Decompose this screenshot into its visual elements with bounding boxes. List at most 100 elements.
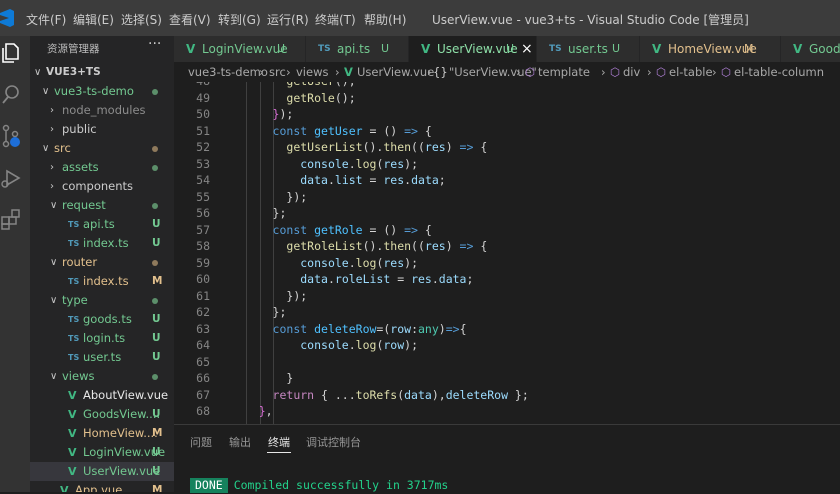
code-token: log xyxy=(355,338,377,352)
tree-folder[interactable]: ∨ views xyxy=(30,367,174,386)
menu-selection[interactable]: 选择(S) xyxy=(121,11,162,28)
breadcrumb-separator-icon: › xyxy=(647,65,652,79)
editor-tab[interactable]: V HomeView.vue M xyxy=(640,36,781,62)
search-icon[interactable] xyxy=(0,83,22,107)
chevron-right-icon[interactable]: › xyxy=(50,177,54,196)
explorer-icon[interactable] xyxy=(0,41,22,65)
code-token: row xyxy=(383,338,405,352)
breadcrumb-item[interactable]: el-table-column xyxy=(734,65,824,79)
breadcrumb-item[interactable]: vue3-ts-demo xyxy=(188,65,268,79)
breadcrumb-item[interactable]: "UserView.vue" xyxy=(449,65,537,79)
tree-label: UserView.vue xyxy=(83,464,161,478)
tree-file[interactable]: V AboutView.vue xyxy=(30,386,174,405)
tree-folder[interactable]: ∨ router xyxy=(30,253,174,272)
code-editor[interactable]: 48 getUser();49 getRole();50 });51 const… xyxy=(174,82,840,424)
menu-run[interactable]: 运行(R) xyxy=(267,11,309,28)
git-status-badge: U xyxy=(506,42,515,55)
git-status-badge: U xyxy=(152,351,161,363)
chevron-right-icon[interactable]: › xyxy=(50,120,54,139)
tree-folder[interactable]: ∨ request xyxy=(30,196,174,215)
tree-folder[interactable]: › assets xyxy=(30,158,174,177)
tree-label: login.ts xyxy=(83,331,126,345)
more-actions-icon[interactable]: ··· xyxy=(148,36,161,52)
code-token: res xyxy=(383,173,405,187)
code-text: }, xyxy=(231,403,273,420)
code-token: }; xyxy=(272,206,287,220)
menu-go[interactable]: 转到(G) xyxy=(218,11,261,28)
code-token: toRefs xyxy=(355,387,398,402)
menu-file[interactable]: 文件(F) xyxy=(26,11,66,28)
code-token: } xyxy=(286,371,294,385)
source-control-icon[interactable] xyxy=(0,124,22,148)
tree-file[interactable]: TS api.ts U xyxy=(30,215,174,234)
chevron-down-icon[interactable]: ∨ xyxy=(34,63,41,82)
close-icon[interactable]: × xyxy=(521,36,533,62)
breadcrumb-item[interactable]: views xyxy=(296,65,328,79)
git-status-dot xyxy=(152,298,158,304)
breadcrumb-item[interactable]: el-table xyxy=(669,65,713,79)
tree-file[interactable]: V UserView.vue U xyxy=(30,462,174,481)
editor-tab[interactable]: TS user.ts U xyxy=(537,36,640,62)
line-number: 61 xyxy=(196,288,210,303)
panel-tab-output[interactable]: 输出 xyxy=(229,434,251,450)
window-title: UserView.vue - vue3+ts - Visual Studio C… xyxy=(432,13,749,27)
code-token: ) xyxy=(445,140,460,154)
menu-edit[interactable]: 编辑(E) xyxy=(73,11,114,28)
tree-folder[interactable]: ∨ vue3-ts-demo xyxy=(30,82,174,101)
chevron-right-icon[interactable]: › xyxy=(50,101,54,120)
tree-folder[interactable]: ∨ src xyxy=(30,139,174,158)
code-line: 64 console.log(row); xyxy=(174,337,840,354)
panel-tab-problems[interactable]: 问题 xyxy=(190,434,212,450)
breadcrumb-item[interactable]: div xyxy=(623,65,640,79)
code-token: = xyxy=(390,272,412,286)
editor-tab[interactable]: TS api.ts U xyxy=(306,36,409,62)
tab-label: user.ts xyxy=(568,42,608,56)
tree-file[interactable]: TS login.ts U xyxy=(30,329,174,348)
code-token: => xyxy=(459,239,474,253)
code-token: res xyxy=(411,272,432,286)
chevron-down-icon[interactable]: ∨ xyxy=(50,291,57,310)
breadcrumb-item[interactable]: UserView.vue xyxy=(357,65,434,79)
tree-label: VUE3+TS xyxy=(46,66,101,78)
menu-help[interactable]: 帮助(H) xyxy=(364,11,406,28)
chevron-right-icon[interactable]: › xyxy=(50,158,54,177)
tree-file[interactable]: TS user.ts U xyxy=(30,348,174,367)
menu-view[interactable]: 查看(V) xyxy=(169,11,211,28)
tree-folder[interactable]: › public xyxy=(30,120,174,139)
tree-folder[interactable]: › components xyxy=(30,177,174,196)
chevron-down-icon[interactable]: ∨ xyxy=(42,82,49,101)
chevron-down-icon[interactable]: ∨ xyxy=(50,367,57,386)
chevron-down-icon[interactable]: ∨ xyxy=(42,139,49,158)
breadcrumb-item[interactable]: template xyxy=(538,65,590,79)
code-token: = () xyxy=(362,222,405,237)
chevron-down-icon[interactable]: ∨ xyxy=(50,253,57,272)
tree-file[interactable]: TS index.ts M xyxy=(30,272,174,291)
code-token: . xyxy=(348,338,356,352)
title-bar: 文件(F) 编辑(E) 选择(S) 查看(V) 转到(G) 运行(R) 终端(T… xyxy=(0,0,840,36)
tree-folder[interactable]: › node_modules xyxy=(30,101,174,120)
tree-file[interactable]: V GoodsView.... U xyxy=(30,405,174,424)
run-debug-icon[interactable] xyxy=(0,166,22,190)
code-token: data xyxy=(300,272,328,286)
tree-label: assets xyxy=(62,160,99,174)
tree-folder[interactable]: ∨ type xyxy=(30,291,174,310)
chevron-down-icon[interactable]: ∨ xyxy=(50,196,57,215)
tree-file[interactable]: V HomeView.... M xyxy=(30,424,174,443)
tree-file[interactable]: TS goods.ts U xyxy=(30,310,174,329)
code-token: roleList xyxy=(334,272,391,286)
editor-tab[interactable]: V UserView.vue U × xyxy=(409,36,537,62)
tree-folder[interactable]: ∨ VUE3+TS xyxy=(30,63,174,82)
panel-tab-terminal[interactable]: 终端 xyxy=(268,434,290,450)
panel-tab-debug-console[interactable]: 调试控制台 xyxy=(306,434,361,450)
menu-terminal[interactable]: 终端(T) xyxy=(315,11,356,28)
typescript-file-icon: TS xyxy=(68,353,80,362)
tree-file[interactable]: V App.vue M xyxy=(30,481,174,492)
tree-file[interactable]: TS index.ts U xyxy=(30,234,174,253)
editor-tab[interactable]: V LoginView.vue U xyxy=(174,36,306,62)
code-token: ) xyxy=(445,239,460,253)
editor-tab[interactable]: V GoodsV xyxy=(781,36,840,62)
extensions-icon[interactable] xyxy=(0,207,22,231)
breadcrumb-item[interactable]: src xyxy=(269,65,286,79)
tree-file[interactable]: V LoginView.vue U xyxy=(30,443,174,462)
